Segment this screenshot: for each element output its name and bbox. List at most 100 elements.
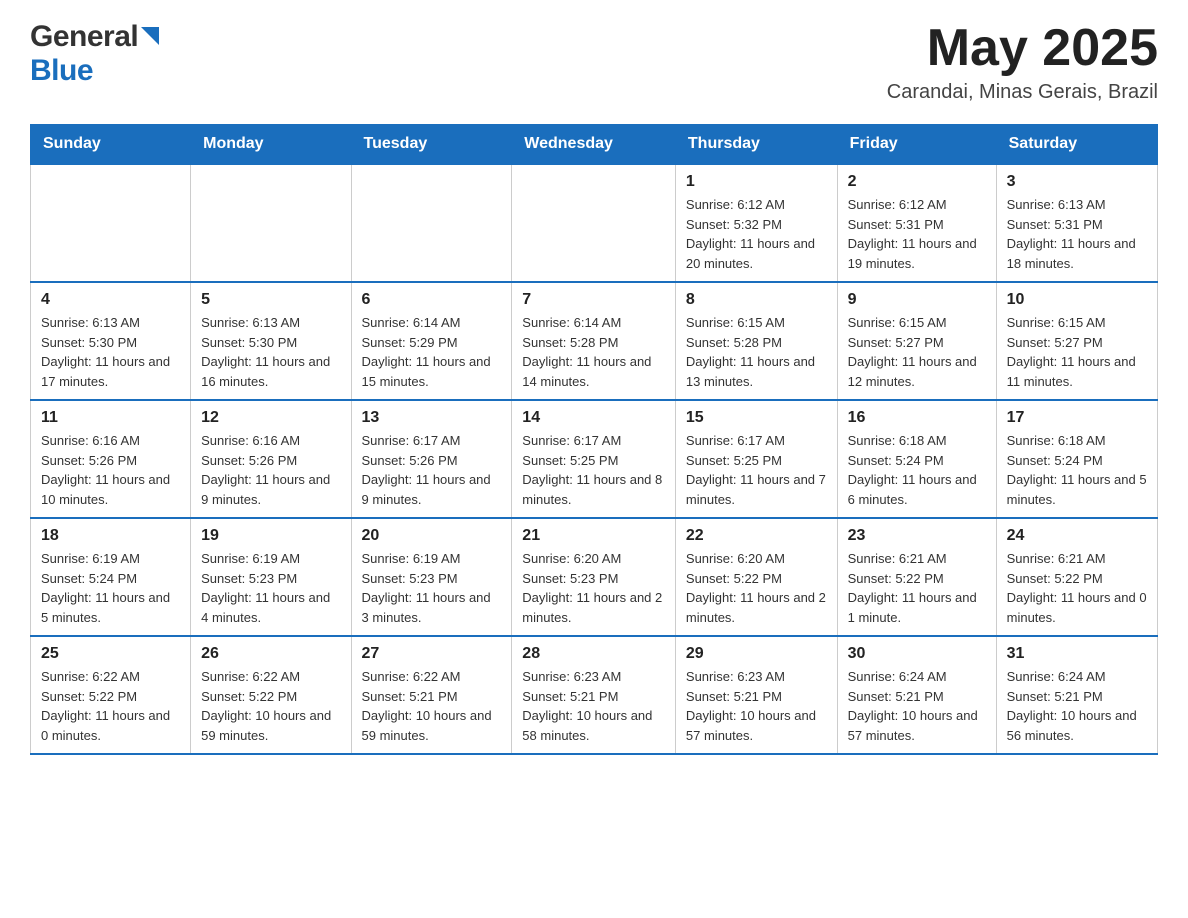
day-info: Sunrise: 6:20 AM Sunset: 5:23 PM Dayligh… [522,549,665,627]
day-info: Sunrise: 6:14 AM Sunset: 5:28 PM Dayligh… [522,313,665,391]
day-number: 24 [1007,527,1147,545]
table-row: 5 Sunrise: 6:13 AM Sunset: 5:30 PM Daylig… [191,282,351,400]
table-row: 13Sunrise: 6:17 AM Sunset: 5:26 PM Dayli… [351,400,512,518]
table-row: 21 Sunrise: 6:20 AM Sunset: 5:23 PM Dayli… [512,518,676,636]
table-row [31,164,191,282]
day-info: Sunrise: 6:24 AM Sunset: 5:21 PM Dayligh… [848,667,986,745]
day-info: Sunrise: 6:21 AM Sunset: 5:22 PM Dayligh… [1007,549,1147,627]
title-section: May 2025 Carandai, Minas Gerais, Brazil [887,20,1158,104]
header-tuesday: Tuesday [351,125,512,165]
day-number: 15 [686,409,827,427]
day-info: Sunrise: 6:17 AM Sunset: 5:25 PM Dayligh… [686,431,827,509]
day-number: 20 [362,527,502,545]
header-saturday: Saturday [996,125,1157,165]
day-number: 23 [848,527,986,545]
calendar-week-row: 1 Sunrise: 6:12 AM Sunset: 5:32 PM Daylig… [31,164,1158,282]
table-row: 20 Sunrise: 6:19 AM Sunset: 5:23 PM Dayli… [351,518,512,636]
day-number: 9 [848,291,986,309]
day-number: 5 [201,291,340,309]
header-sunday: Sunday [31,125,191,165]
table-row: 8 Sunrise: 6:15 AM Sunset: 5:28 PM Daylig… [675,282,837,400]
table-row: 18 Sunrise: 6:19 AM Sunset: 5:24 PM Dayli… [31,518,191,636]
day-info: Sunrise: 6:18 AM Sunset: 5:24 PM Dayligh… [848,431,986,509]
table-row: 29 Sunrise: 6:23 AM Sunset: 5:21 PM Dayli… [675,636,837,754]
day-info: Sunrise: 6:12 AM Sunset: 5:31 PM Dayligh… [848,195,986,273]
day-info: Sunrise: 6:22 AM Sunset: 5:22 PM Dayligh… [201,667,340,745]
day-info: Sunrise: 6:19 AM Sunset: 5:24 PM Dayligh… [41,549,180,627]
day-number: 28 [522,645,665,663]
table-row [512,164,676,282]
day-number: 22 [686,527,827,545]
day-info: Sunrise: 6:13 AM Sunset: 5:30 PM Dayligh… [41,313,180,391]
day-number: 21 [522,527,665,545]
day-number: 1 [686,173,827,191]
day-info: Sunrise: 6:23 AM Sunset: 5:21 PM Dayligh… [686,667,827,745]
day-number: 18 [41,527,180,545]
table-row: 4Sunrise: 6:13 AM Sunset: 5:30 PM Daylig… [31,282,191,400]
day-number: 31 [1007,645,1147,663]
logo-general-text: General [30,20,138,54]
table-row: 12Sunrise: 6:16 AM Sunset: 5:26 PM Dayli… [191,400,351,518]
day-info: Sunrise: 6:15 AM Sunset: 5:27 PM Dayligh… [1007,313,1147,391]
day-info: Sunrise: 6:14 AM Sunset: 5:29 PM Dayligh… [362,313,502,391]
day-info: Sunrise: 6:16 AM Sunset: 5:26 PM Dayligh… [41,431,180,509]
day-info: Sunrise: 6:20 AM Sunset: 5:22 PM Dayligh… [686,549,827,627]
day-number: 19 [201,527,340,545]
table-row: 24 Sunrise: 6:21 AM Sunset: 5:22 PM Dayli… [996,518,1157,636]
day-info: Sunrise: 6:19 AM Sunset: 5:23 PM Dayligh… [201,549,340,627]
table-row: 1 Sunrise: 6:12 AM Sunset: 5:32 PM Daylig… [675,164,837,282]
calendar-header-row: Sunday Monday Tuesday Wednesday Thursday… [31,125,1158,165]
day-number: 29 [686,645,827,663]
table-row: 19 Sunrise: 6:19 AM Sunset: 5:23 PM Dayli… [191,518,351,636]
table-row: 16Sunrise: 6:18 AM Sunset: 5:24 PM Dayli… [837,400,996,518]
day-info: Sunrise: 6:24 AM Sunset: 5:21 PM Dayligh… [1007,667,1147,745]
day-info: Sunrise: 6:15 AM Sunset: 5:27 PM Dayligh… [848,313,986,391]
day-number: 17 [1007,409,1147,427]
table-row: 15 Sunrise: 6:17 AM Sunset: 5:25 PM Dayli… [675,400,837,518]
day-info: Sunrise: 6:19 AM Sunset: 5:23 PM Dayligh… [362,549,502,627]
calendar-week-row: 25 Sunrise: 6:22 AM Sunset: 5:22 PM Dayli… [31,636,1158,754]
day-info: Sunrise: 6:15 AM Sunset: 5:28 PM Dayligh… [686,313,827,391]
table-row: 27 Sunrise: 6:22 AM Sunset: 5:21 PM Dayli… [351,636,512,754]
header-thursday: Thursday [675,125,837,165]
day-info: Sunrise: 6:17 AM Sunset: 5:25 PM Dayligh… [522,431,665,509]
day-number: 13 [362,409,502,427]
table-row: 10 Sunrise: 6:15 AM Sunset: 5:27 PM Dayli… [996,282,1157,400]
table-row: 3 Sunrise: 6:13 AM Sunset: 5:31 PM Daylig… [996,164,1157,282]
calendar-table: Sunday Monday Tuesday Wednesday Thursday… [30,124,1158,755]
table-row: 22 Sunrise: 6:20 AM Sunset: 5:22 PM Dayli… [675,518,837,636]
calendar-week-row: 11Sunrise: 6:16 AM Sunset: 5:26 PM Dayli… [31,400,1158,518]
table-row: 7 Sunrise: 6:14 AM Sunset: 5:28 PM Daylig… [512,282,676,400]
table-row: 9 Sunrise: 6:15 AM Sunset: 5:27 PM Daylig… [837,282,996,400]
logo-flag-icon [141,27,159,52]
header-monday: Monday [191,125,351,165]
table-row: 26 Sunrise: 6:22 AM Sunset: 5:22 PM Dayli… [191,636,351,754]
table-row: 11Sunrise: 6:16 AM Sunset: 5:26 PM Dayli… [31,400,191,518]
header-friday: Friday [837,125,996,165]
day-info: Sunrise: 6:22 AM Sunset: 5:21 PM Dayligh… [362,667,502,745]
day-number: 7 [522,291,665,309]
day-number: 27 [362,645,502,663]
day-info: Sunrise: 6:16 AM Sunset: 5:26 PM Dayligh… [201,431,340,509]
day-number: 2 [848,173,986,191]
table-row [191,164,351,282]
day-info: Sunrise: 6:12 AM Sunset: 5:32 PM Dayligh… [686,195,827,273]
table-row: 25Sunrise: 6:22 AM Sunset: 5:22 PM Dayli… [31,636,191,754]
location-subtitle: Carandai, Minas Gerais, Brazil [887,81,1158,104]
calendar-week-row: 18 Sunrise: 6:19 AM Sunset: 5:24 PM Dayli… [31,518,1158,636]
table-row: 2 Sunrise: 6:12 AM Sunset: 5:31 PM Daylig… [837,164,996,282]
day-info: Sunrise: 6:13 AM Sunset: 5:30 PM Dayligh… [201,313,340,391]
day-number: 14 [522,409,665,427]
day-info: Sunrise: 6:21 AM Sunset: 5:22 PM Dayligh… [848,549,986,627]
header-wednesday: Wednesday [512,125,676,165]
day-number: 8 [686,291,827,309]
day-info: Sunrise: 6:18 AM Sunset: 5:24 PM Dayligh… [1007,431,1147,509]
day-info: Sunrise: 6:13 AM Sunset: 5:31 PM Dayligh… [1007,195,1147,273]
day-number: 30 [848,645,986,663]
table-row: 17 Sunrise: 6:18 AM Sunset: 5:24 PM Dayli… [996,400,1157,518]
day-number: 10 [1007,291,1147,309]
day-number: 3 [1007,173,1147,191]
day-number: 26 [201,645,340,663]
page-header: General Blue May 2025 Carandai, Minas Ge… [30,20,1158,104]
day-number: 25 [41,645,180,663]
